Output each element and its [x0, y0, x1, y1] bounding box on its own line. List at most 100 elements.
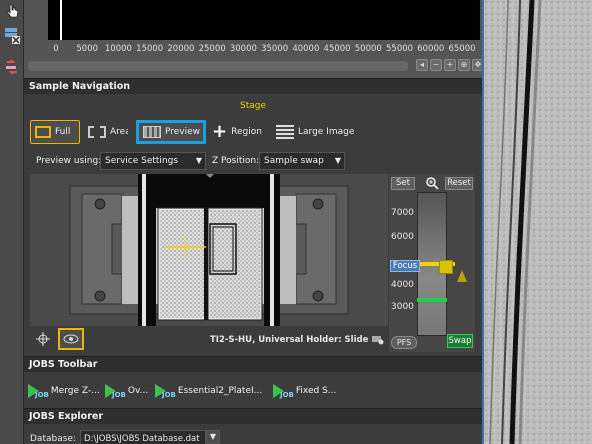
histogram-tick-label: 0: [53, 44, 59, 54]
crosshair-icon[interactable]: [36, 332, 50, 346]
zoom-icon[interactable]: [425, 176, 439, 190]
database-select[interactable]: D:\JOBS\JOBS Database.dat: [80, 430, 206, 444]
holder-settings-icon[interactable]: [372, 335, 384, 345]
histogram-tick-label: 15000: [136, 44, 164, 54]
full-button[interactable]: Full: [30, 120, 80, 144]
job-tag: JOB: [280, 391, 294, 399]
histogram-tick-label: 40000: [292, 44, 320, 54]
preview-icon: [143, 126, 161, 138]
large-image-label: Large Image: [298, 127, 355, 137]
histogram-scrollbar[interactable]: [28, 61, 408, 71]
stage-label: Stage: [239, 101, 266, 111]
holder-label: TI2-S-HU, Universal Holder: Slide: [210, 335, 369, 345]
hand-pointer-icon[interactable]: [3, 2, 21, 20]
microscope-image[interactable]: [482, 0, 592, 444]
swap-label: Swap: [448, 336, 472, 346]
job-tag: JOB: [112, 391, 126, 399]
swap-button[interactable]: Swap: [447, 334, 473, 348]
histogram-tick-label: 50000: [354, 44, 382, 54]
reset-label: Reset: [447, 178, 471, 188]
job-item-label: Merge Z-...: [50, 386, 100, 396]
zoom-out-icon[interactable]: −: [430, 59, 442, 71]
focus-scale-3000: 3000: [391, 302, 414, 312]
z-position-label: Z Position:: [212, 156, 260, 166]
stage-preview[interactable]: [30, 174, 388, 326]
preview-using-value: Service Settings: [105, 156, 179, 166]
focus-handle[interactable]: [439, 260, 453, 274]
jobs-toolbar-header: JOBS Toolbar: [24, 356, 482, 372]
stage-preview-drawing: [30, 174, 388, 326]
full-icon: [35, 126, 51, 138]
fit-icon[interactable]: ⊕: [458, 59, 470, 71]
preview-label: Preview: [165, 127, 201, 137]
chevron-down-icon: ▼: [195, 156, 202, 165]
plus-icon: +: [212, 121, 228, 142]
histogram-tick-label: 30000: [229, 44, 257, 54]
z-position-select[interactable]: Sample swap ▼: [259, 152, 345, 170]
microscope-image-drawing: [484, 0, 592, 444]
preview-using-select[interactable]: Service Settings ▼: [100, 152, 206, 170]
focus-panel: Set Reset 7000 6000 4000 3000 Focus PFS …: [389, 174, 475, 352]
jobs-explorer-header: JOBS Explorer: [24, 408, 482, 424]
full-label: Full: [55, 127, 71, 137]
focus-green-marker: [417, 298, 447, 302]
navigation-bottom-bar: TI2-S-HU, Universal Holder: Slide: [30, 326, 388, 352]
job-item-ov[interactable]: JOB Ov...: [105, 383, 148, 399]
area-label: Area: [110, 127, 128, 137]
focus-scale-7000: 7000: [391, 208, 414, 218]
large-image-button[interactable]: Large Image: [276, 120, 354, 144]
area-button[interactable]: Area: [88, 120, 128, 144]
histogram-tick-label: 35000: [261, 44, 289, 54]
pfs-label: PFS: [396, 338, 412, 347]
reset-button[interactable]: Reset: [445, 177, 473, 190]
swap-arrows-icon[interactable]: [3, 58, 21, 76]
set-label: Set: [396, 178, 410, 188]
database-label: Database:: [30, 434, 76, 444]
job-tag: JOB: [162, 391, 176, 399]
focus-scale-4000: 4000: [391, 280, 414, 290]
preview-using-label: Preview using:: [36, 156, 102, 166]
histogram-panel: 0 5000 10000 15000 20000 25000 30000 35000 40000…: [24, 0, 484, 78]
jobs-toolbar-title: JOBS Toolbar: [29, 359, 98, 370]
histogram-plot: [48, 0, 480, 40]
focus-scale-6000: 6000: [391, 232, 414, 242]
z-position-value: Sample swap: [264, 156, 324, 166]
sample-navigation-header: Sample Navigation: [24, 78, 482, 94]
job-item-label: Ov...: [127, 386, 149, 396]
large-image-icon: [276, 125, 294, 139]
job-item-essential2[interactable]: JOB Essential2_PlateI...: [155, 383, 262, 399]
region-label: Region: [231, 127, 262, 137]
set-button[interactable]: Set: [391, 177, 415, 190]
histogram-tick-label: 20000: [167, 44, 195, 54]
histogram-tick-label: 45000: [323, 44, 351, 54]
region-button[interactable]: + Region: [212, 120, 262, 144]
histogram-tick-label: 60000: [417, 44, 445, 54]
scroll-left-icon[interactable]: ◂: [416, 59, 428, 71]
eye-icon: [63, 334, 79, 344]
histogram-tick-label: 65000: [448, 44, 476, 54]
area-icon: [88, 126, 106, 138]
focus-label[interactable]: Focus: [390, 260, 420, 272]
database-value: D:\JOBS\JOBS Database.dat: [84, 434, 200, 444]
job-tag: JOB: [35, 391, 49, 399]
histogram-tick-label: 25000: [198, 44, 226, 54]
focus-label-text: Focus: [392, 261, 418, 271]
focus-triangle-icon: [457, 270, 467, 282]
jobs-explorer-title: JOBS Explorer: [29, 411, 104, 422]
job-item-label: Essential2_PlateI...: [177, 386, 263, 396]
histogram-tick-label: 10000: [104, 44, 132, 54]
preview-button[interactable]: Preview: [136, 120, 206, 144]
eye-toggle-button[interactable]: [58, 328, 84, 350]
sample-navigation-title: Sample Navigation: [29, 81, 131, 92]
left-toolbar: [0, 0, 24, 444]
pfs-button[interactable]: PFS: [391, 336, 417, 349]
grid-close-icon[interactable]: [3, 26, 21, 44]
job-item-fixed-s[interactable]: JOB Fixed S...: [273, 383, 336, 399]
zoom-in-icon[interactable]: +: [444, 59, 456, 71]
chevron-down-icon: ▼: [334, 156, 341, 165]
histogram-tick-label: 5000: [76, 44, 99, 54]
chevron-down-icon[interactable]: ▼: [206, 430, 220, 444]
job-item-merge-z[interactable]: JOB Merge Z-...: [28, 383, 100, 399]
job-item-label: Fixed S...: [295, 386, 337, 396]
histogram-tick-label: 55000: [386, 44, 414, 54]
